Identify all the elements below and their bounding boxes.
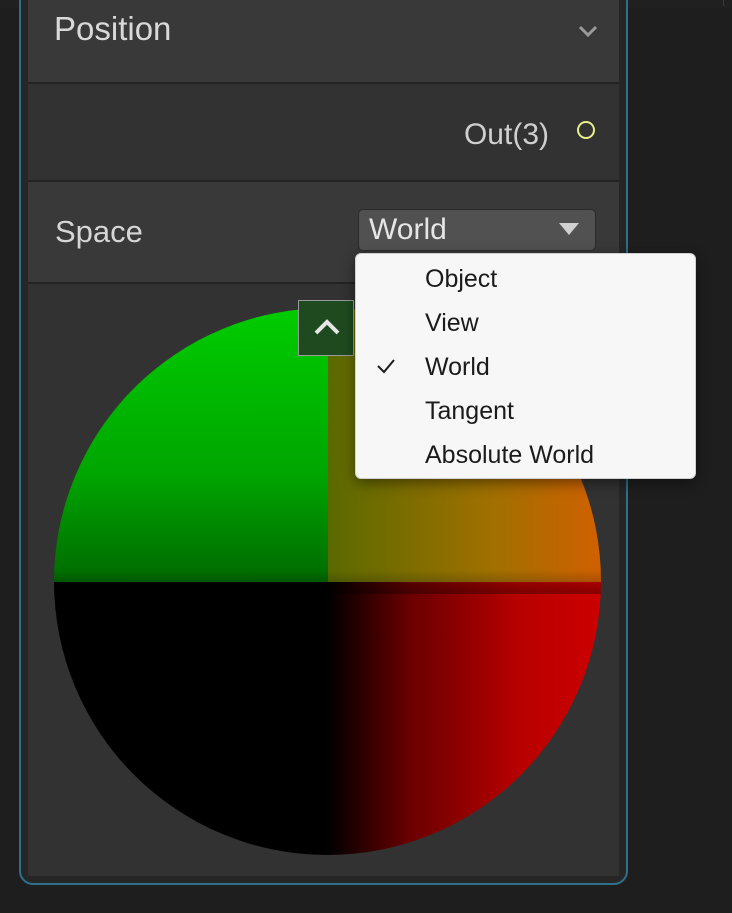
sphere-quadrant xyxy=(54,308,328,582)
menu-option-label: View xyxy=(425,309,479,337)
node-header[interactable]: Position xyxy=(28,0,619,84)
node-title: Position xyxy=(54,10,172,47)
space-dropdown-menu: Object View World Tangent Absolute World xyxy=(355,253,696,479)
menu-option-label: Absolute World xyxy=(425,441,595,469)
menu-option-object[interactable]: Object xyxy=(356,257,695,301)
menu-option-tangent[interactable]: Tangent xyxy=(356,389,695,433)
circle-port-icon[interactable] xyxy=(577,121,595,139)
output-ports: Out(3) xyxy=(28,84,619,182)
chevron-up-icon xyxy=(314,319,340,335)
chevron-down-icon[interactable] xyxy=(577,20,599,42)
menu-option-label: World xyxy=(425,353,490,381)
sphere-shading xyxy=(54,569,601,594)
menu-option-view[interactable]: View xyxy=(356,301,695,345)
checkmark-icon xyxy=(377,359,395,374)
space-dropdown-value: World xyxy=(369,213,447,246)
space-label: Space xyxy=(55,214,143,249)
dropdown-arrow-icon xyxy=(559,223,579,235)
output-port-label: Out(3) xyxy=(463,118,549,151)
preview-collapse-button[interactable] xyxy=(298,300,354,356)
sphere-quadrant xyxy=(327,581,601,855)
menu-option-absolute-world[interactable]: Absolute World xyxy=(356,433,695,477)
space-dropdown[interactable]: World xyxy=(358,209,596,251)
menu-option-label: Object xyxy=(425,265,498,293)
menu-option-world[interactable]: World xyxy=(356,345,695,389)
menu-option-label: Tangent xyxy=(425,397,514,425)
sphere-quadrant xyxy=(54,581,328,855)
